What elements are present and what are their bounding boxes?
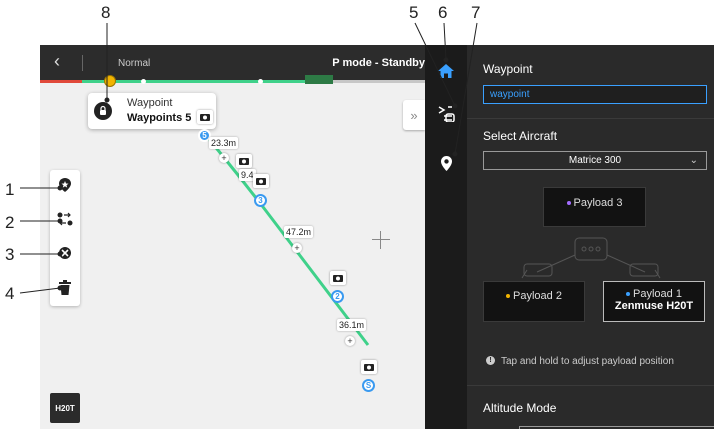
camera-action-icon[interactable] (197, 110, 213, 124)
waypoint-pin-button[interactable] (425, 143, 467, 183)
clear-waypoints-icon (59, 247, 71, 259)
callout-5: 5 (409, 3, 419, 22)
payload-3-label: Payload 3 (573, 197, 623, 209)
clear-waypoints-button[interactable] (50, 238, 80, 268)
delete-icon (59, 279, 71, 295)
distance-label: 36.1m (337, 319, 367, 331)
add-waypoint-icon (59, 178, 71, 192)
info-icon: ! (486, 356, 495, 365)
reverse-path-icon (57, 212, 73, 226)
divider (467, 385, 714, 386)
camera-action-icon[interactable] (361, 360, 377, 374)
payload-3-dot (566, 201, 571, 206)
payload-3-slot[interactable]: Payload 3 (543, 187, 646, 227)
reverse-path-button[interactable] (50, 204, 80, 234)
waypoint-settings-button[interactable] (425, 93, 467, 133)
waypoint-marker[interactable]: 2 (331, 290, 344, 303)
divider (82, 55, 83, 71)
map-toolbar (50, 170, 80, 306)
aircraft-select-value: Matrice 300 (568, 155, 622, 166)
callout-7: 7 (471, 3, 481, 22)
callout-8: 8 (101, 3, 111, 22)
camera-action-icon[interactable] (236, 154, 252, 168)
payload-1-dot (626, 292, 631, 297)
altitude-mode-header: Altitude Mode (483, 401, 557, 415)
callout-4: 4 (5, 284, 15, 303)
progress-dot (141, 79, 146, 84)
chevron-down-icon: ⌄ (689, 155, 698, 166)
popup-title: Waypoint (127, 97, 173, 109)
app-screen: ‹ Normal P mode - Standby Waypoint Waypo… (40, 45, 714, 429)
waypoint-name-input[interactable]: waypoint (483, 85, 707, 104)
waypoint-route-icon (438, 106, 455, 122)
map-crosshair-icon (372, 231, 390, 249)
home-marker-icon (104, 75, 116, 87)
add-waypoint-button[interactable] (50, 170, 80, 200)
nav-sidebar (425, 45, 467, 429)
settings-panel: Waypoint waypoint Select Aircraft Matric… (467, 45, 714, 429)
payload-2-slot[interactable]: Payload 2 (483, 281, 585, 322)
top-bar: ‹ Normal P mode - Standby (40, 45, 425, 80)
delete-button[interactable] (50, 272, 80, 302)
callout-2: 2 (5, 213, 15, 232)
home-button[interactable] (425, 51, 467, 91)
back-button[interactable]: ‹ (54, 51, 60, 72)
payload-1-label: Payload 1 (633, 288, 682, 300)
start-waypoint-marker[interactable]: S (362, 379, 375, 392)
divider (467, 118, 714, 119)
payload-2-dot (506, 294, 511, 299)
progress-red-segment (40, 80, 82, 83)
payload-1-slot[interactable]: Payload 1 Zenmuse H20T (603, 281, 705, 322)
waypoint-header: Waypoint (483, 62, 533, 76)
camera-action-icon[interactable] (330, 271, 346, 285)
insert-waypoint-button[interactable]: + (345, 336, 355, 346)
waypoint-lock-icon (94, 102, 112, 120)
camera-action-icon[interactable] (253, 174, 269, 188)
callout-6: 6 (438, 3, 448, 22)
payload-2-label: Payload 2 (513, 290, 562, 302)
distance-label: 47.2m (284, 226, 314, 238)
progress-dot (258, 79, 263, 84)
camera-badge[interactable]: H20T (50, 393, 80, 423)
callout-3: 3 (5, 245, 15, 264)
callout-1: 1 (5, 180, 15, 199)
distance-label: 23.3m (209, 137, 239, 149)
insert-waypoint-button[interactable]: + (219, 153, 229, 163)
progress-end-marker (305, 75, 333, 84)
aircraft-header: Select Aircraft (483, 129, 558, 143)
location-pin-icon (440, 155, 452, 171)
payload-1-model: Zenmuse H20T (614, 300, 694, 312)
flight-mode-label: Normal (118, 58, 151, 69)
status-label: P mode - Standby (332, 57, 425, 69)
popup-subtitle: Waypoints 5 (127, 112, 192, 124)
map-view[interactable]: ‹ Normal P mode - Standby Waypoint Waypo… (40, 45, 425, 429)
home-icon (438, 64, 454, 78)
payload-hint: Tap and hold to adjust payload position (501, 356, 674, 367)
expand-panel-button[interactable]: » (403, 100, 425, 130)
insert-waypoint-button[interactable]: + (292, 243, 302, 253)
aircraft-select[interactable]: Matrice 300 ⌄ (483, 151, 707, 170)
waypoint-marker[interactable]: 3 (254, 194, 267, 207)
route-progress-bar (40, 75, 425, 87)
